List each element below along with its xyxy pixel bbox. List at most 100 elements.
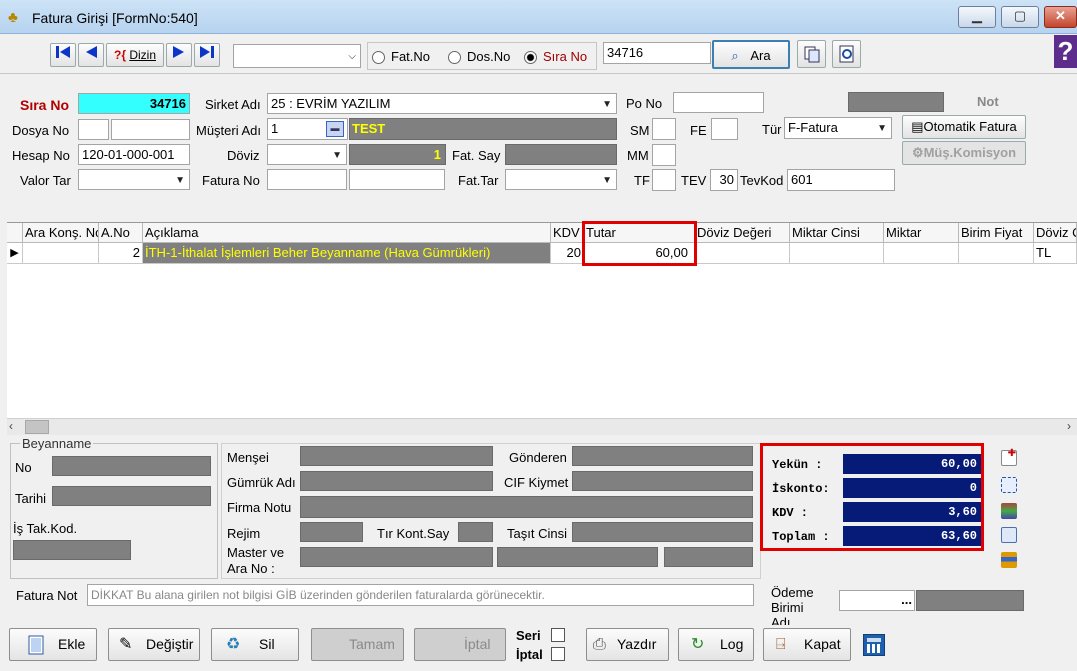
- close-button[interactable]: ✕: [1044, 6, 1077, 28]
- maximize-button[interactable]: ▢: [1001, 6, 1039, 28]
- po-no-field[interactable]: [673, 92, 764, 113]
- dizin-button[interactable]: ?{ Dizin: [106, 43, 164, 67]
- add-document-icon[interactable]: ✚: [1001, 448, 1017, 466]
- fatura-no-prefix-field[interactable]: [267, 169, 347, 190]
- radio-sira-no-label[interactable]: Sıra No: [543, 49, 587, 64]
- col-ara-kons-no[interactable]: Ara Konş. No: [23, 223, 99, 243]
- lookup-icon[interactable]: ▬: [326, 121, 344, 137]
- yazdir-button[interactable]: ⎙ Yazdır: [586, 628, 669, 661]
- sil-button[interactable]: ♻ Sil: [211, 628, 299, 661]
- view-button[interactable]: [832, 40, 861, 68]
- iptal-button[interactable]: İptal: [414, 628, 506, 661]
- radio-sira-no[interactable]: [524, 51, 537, 64]
- fatura-not-input[interactable]: DİKKAT Bu alana girilen not bilgisi GİB …: [87, 584, 754, 606]
- otomatik-fatura-button[interactable]: ▤Otomatik Fatura: [902, 115, 1026, 139]
- musteri-code-field[interactable]: 1 ▬: [267, 118, 348, 140]
- first-record-button[interactable]: [50, 43, 76, 67]
- rejim-label: Rejim: [227, 526, 261, 541]
- col-miktar[interactable]: Miktar: [884, 223, 959, 243]
- odeme-birimi-field[interactable]: ...: [839, 590, 915, 611]
- cell-doviz-degeri[interactable]: [695, 243, 790, 264]
- col-birim-fiyat[interactable]: Birim Fiyat: [959, 223, 1034, 243]
- col-a-no[interactable]: A.No: [99, 223, 143, 243]
- doviz-select[interactable]: ▼: [267, 144, 347, 165]
- history-icon: ↻: [691, 636, 705, 653]
- mm-field[interactable]: [652, 144, 676, 166]
- ara-button[interactable]: ⌕ Ara: [712, 40, 790, 69]
- iptal-checkbox[interactable]: [551, 647, 565, 661]
- dizin-label: Dizin: [129, 48, 156, 62]
- tur-select[interactable]: F-Fatura ▼: [784, 117, 892, 139]
- cell-miktar-cinsi[interactable]: [790, 243, 884, 264]
- tevkod-field[interactable]: 601: [787, 169, 895, 191]
- gonderen-label: Gönderen: [509, 450, 567, 465]
- invoice-lines-grid[interactable]: Ara Konş. No A.No Açıklama KDV Tutar Döv…: [7, 221, 1077, 435]
- col-aciklama[interactable]: Açıklama: [143, 223, 551, 243]
- cell-kdv[interactable]: 20: [551, 243, 584, 264]
- beyanname-tarihi-label: Tarihi: [15, 491, 47, 506]
- stack-icon[interactable]: [1001, 503, 1017, 519]
- radio-dos-no[interactable]: [448, 51, 461, 64]
- cell-miktar[interactable]: [884, 243, 959, 264]
- fatura-no-field[interactable]: [349, 169, 445, 190]
- copy-button[interactable]: [797, 40, 826, 68]
- scroll-right-icon[interactable]: ›: [1067, 419, 1077, 435]
- col-doviz-cinsi[interactable]: Döviz Cinsi: [1034, 223, 1077, 243]
- calculator-icon[interactable]: [863, 634, 885, 656]
- tf-field[interactable]: [652, 169, 676, 191]
- cell-ara-kons-no[interactable]: [23, 243, 99, 264]
- degistir-button[interactable]: ✎ Değiştir: [108, 628, 200, 661]
- col-kdv[interactable]: KDV: [551, 223, 584, 243]
- search-mode-select[interactable]: ⌵: [233, 44, 361, 68]
- ekle-button[interactable]: Ekle: [9, 628, 97, 661]
- sira-no-field[interactable]: 34716: [78, 93, 190, 114]
- tamam-button[interactable]: Tamam: [311, 628, 404, 661]
- odeme-lookup-button[interactable]: ...: [901, 591, 912, 609]
- fat-tar-select[interactable]: ▼: [505, 169, 617, 190]
- kapat-button[interactable]: ⍈ Kapat: [763, 628, 851, 661]
- title-bar: ♣ Fatura Girişi [FormNo:540] ▁ ▢ ✕: [0, 0, 1077, 34]
- dosya-no-prefix-field[interactable]: [78, 119, 109, 140]
- col-doviz-degeri[interactable]: Döviz Değeri: [695, 223, 790, 243]
- hesap-no-field[interactable]: 120-01-000-001: [78, 144, 190, 165]
- sm-field[interactable]: [652, 118, 676, 140]
- radio-dos-no-label[interactable]: Dos.No: [467, 49, 510, 64]
- cell-a-no[interactable]: 2: [99, 243, 143, 264]
- tf-label: TF: [634, 173, 650, 188]
- kdv-total-value: 3,60: [843, 502, 981, 522]
- doviz-kur-field: 1: [349, 144, 446, 165]
- radio-fat-no-label[interactable]: Fat.No: [391, 49, 430, 64]
- last-record-button[interactable]: [194, 43, 220, 67]
- document-icon[interactable]: [1001, 527, 1017, 543]
- iskonto-value[interactable]: 0: [843, 478, 981, 498]
- fatura-not-label: Fatura Not: [16, 588, 78, 603]
- minimize-button[interactable]: ▁: [958, 6, 996, 28]
- sirket-adi-select[interactable]: 25 : EVRİM YAZILIM ▼: [267, 93, 617, 114]
- previous-record-button[interactable]: [78, 43, 104, 67]
- is-takip-label: İş Tak.Kod.: [13, 521, 78, 536]
- dosya-no-field[interactable]: [111, 119, 190, 140]
- search-input[interactable]: 34716: [603, 42, 711, 64]
- cell-aciklama[interactable]: İTH-1-İthalat İşlemleri Beher Beyanname …: [143, 243, 551, 264]
- radio-fat-no[interactable]: [372, 51, 385, 64]
- horizontal-scrollbar[interactable]: ‹ ›: [7, 418, 1077, 435]
- col-miktar-cinsi[interactable]: Miktar Cinsi: [790, 223, 884, 243]
- cell-birim-fiyat[interactable]: [959, 243, 1034, 264]
- valor-tar-select[interactable]: ▼: [78, 169, 190, 190]
- fe-field[interactable]: [711, 118, 738, 140]
- tev-field[interactable]: 30: [710, 169, 738, 191]
- seri-checkbox[interactable]: [551, 628, 565, 642]
- log-button[interactable]: ↻ Log: [678, 628, 754, 661]
- scrollbar-thumb[interactable]: [25, 420, 49, 434]
- tasit-cinsi-label: Taşıt Cinsi: [507, 526, 567, 541]
- scroll-left-icon[interactable]: ‹: [9, 419, 23, 435]
- mus-komisyon-button[interactable]: ⚙Müş.Komisyon: [902, 141, 1026, 165]
- chevron-down-icon: ▼: [175, 175, 185, 186]
- help-icon[interactable]: ?: [1054, 35, 1077, 68]
- select-icon[interactable]: [1001, 477, 1017, 493]
- first-icon: [56, 46, 70, 58]
- cell-doviz-cinsi[interactable]: TL: [1034, 243, 1077, 264]
- list-icon[interactable]: [1001, 552, 1017, 568]
- dizin-icon: ?{: [113, 48, 126, 62]
- next-record-button[interactable]: [166, 43, 192, 67]
